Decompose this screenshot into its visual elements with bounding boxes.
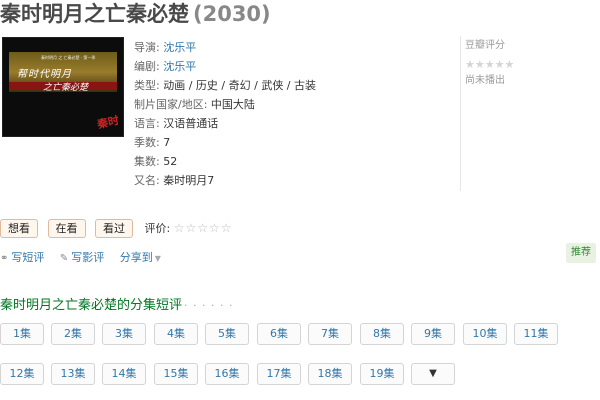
episode-button[interactable]: 15集 bbox=[154, 363, 198, 385]
seasons-value: 7 bbox=[163, 136, 171, 149]
poster-calligraphy-1: 帮时代明月 bbox=[17, 69, 72, 80]
director-link[interactable]: 沈乐平 bbox=[163, 41, 196, 54]
poster-small-text: 秦时明月 之 亡秦必楚 · 第一季 bbox=[41, 55, 96, 60]
aka-label: 又名: bbox=[134, 174, 160, 187]
episode-button[interactable]: 9集 bbox=[411, 323, 455, 345]
episodes-value: 52 bbox=[163, 155, 178, 168]
episode-button[interactable]: 1集 bbox=[0, 323, 44, 345]
writer-label: 编剧: bbox=[134, 60, 160, 73]
share-link[interactable]: 分享到 ▼ bbox=[120, 251, 161, 264]
episode-button[interactable]: 3集 bbox=[102, 323, 146, 345]
poster-image[interactable]: 秦时明月 之 亡秦必楚 · 第一季 帮时代明月 之亡秦必楚 秦时 bbox=[2, 37, 124, 137]
rating-title: 豆瓣评分 bbox=[465, 40, 505, 51]
recommend-button[interactable]: 推荐 bbox=[566, 243, 596, 263]
write-short-review-label: 写短评 bbox=[11, 251, 45, 264]
episode-button[interactable]: 5集 bbox=[205, 323, 249, 345]
director-row: 导演: 沈乐平 bbox=[134, 38, 316, 57]
episodes-label: 集数: bbox=[134, 155, 160, 168]
episode-button[interactable]: 18集 bbox=[308, 363, 352, 385]
want-button[interactable]: 想看 bbox=[0, 219, 38, 238]
heading-dots: · · · · · · bbox=[184, 299, 234, 312]
language-value: 汉语普通话 bbox=[163, 117, 219, 130]
info-block: 导演: 沈乐平 编剧: 沈乐平 类型: 动画 / 历史 / 奇幻 / 武侠 / … bbox=[134, 38, 316, 190]
title-text: 秦时明月之亡秦必楚 bbox=[0, 2, 189, 26]
country-value: 中国大陆 bbox=[210, 98, 255, 111]
seasons-label: 季数: bbox=[134, 136, 160, 149]
episode-button[interactable]: 10集 bbox=[463, 323, 507, 345]
seasons-row: 季数: 7 bbox=[134, 133, 316, 152]
episode-button[interactable]: 17集 bbox=[257, 363, 301, 385]
episode-button[interactable]: 6集 bbox=[257, 323, 301, 345]
page-title: 秦时明月之亡秦必楚 (2030) bbox=[0, 0, 271, 28]
watched-button[interactable]: 看过 bbox=[95, 219, 133, 238]
rate-stars-icon[interactable]: ☆☆☆☆☆ bbox=[174, 221, 233, 235]
language-row: 语言: 汉语普通话 bbox=[134, 114, 316, 133]
episode-button[interactable]: 8集 bbox=[360, 323, 404, 345]
episode-reviews-title: 秦时明月之亡秦必楚的分集短评 bbox=[0, 298, 183, 313]
episode-button[interactable]: 14集 bbox=[102, 363, 146, 385]
episode-button[interactable]: 11集 bbox=[514, 323, 558, 345]
aka-value: 秦时明月7 bbox=[163, 174, 215, 187]
episodes-row: 集数: 52 bbox=[134, 152, 316, 171]
rating-note: 尚未播出 bbox=[465, 75, 505, 86]
write-review-label: 写影评 bbox=[71, 251, 105, 264]
chevron-down-icon: ▼ bbox=[429, 368, 437, 379]
language-label: 语言: bbox=[134, 117, 160, 130]
episode-button[interactable]: 16集 bbox=[205, 363, 249, 385]
episode-button[interactable]: 13集 bbox=[51, 363, 95, 385]
poster-calligraphy-2: 之亡秦必楚 bbox=[43, 83, 89, 93]
country-label: 制片国家/地区: bbox=[134, 98, 208, 111]
title-year: (2030) bbox=[193, 2, 271, 26]
episode-reviews-heading: 秦时明月之亡秦必楚的分集短评 · · · · · · bbox=[0, 294, 233, 313]
more-episodes-button[interactable]: ▼ bbox=[411, 363, 455, 385]
rating-box: 豆瓣评分 ★★★★★ 尚未播出 bbox=[460, 36, 590, 191]
comment-icon: ⚭ bbox=[0, 253, 9, 264]
episode-button[interactable]: 12集 bbox=[0, 363, 44, 385]
aka-row: 又名: 秦时明月7 bbox=[134, 171, 316, 190]
write-short-review-link[interactable]: ⚭ 写短评 bbox=[0, 251, 44, 264]
episode-button[interactable]: 4集 bbox=[154, 323, 198, 345]
episode-button[interactable]: 19集 bbox=[360, 363, 404, 385]
episode-button[interactable]: 2集 bbox=[51, 323, 95, 345]
poster-logo: 秦时 bbox=[95, 113, 121, 132]
director-label: 导演: bbox=[134, 41, 160, 54]
watching-button[interactable]: 在看 bbox=[47, 219, 86, 238]
genre-row: 类型: 动画 / 历史 / 奇幻 / 武侠 / 古装 bbox=[134, 76, 316, 95]
pencil-icon: ✎ bbox=[59, 253, 69, 264]
share-label: 分享到 bbox=[119, 251, 153, 264]
write-review-link[interactable]: ✎ 写影评 bbox=[60, 251, 104, 264]
review-links: ⚭ 写短评 ✎ 写影评 分享到 ▼ bbox=[0, 249, 173, 265]
rate-label: 评价: bbox=[144, 222, 171, 235]
country-row: 制片国家/地区: 中国大陆 bbox=[134, 95, 316, 114]
episode-button[interactable]: 7集 bbox=[308, 323, 352, 345]
writer-link[interactable]: 沈乐平 bbox=[163, 60, 196, 73]
genre-value: 动画 / 历史 / 奇幻 / 武侠 / 古装 bbox=[163, 79, 317, 92]
rating-stars-icon: ★★★★★ bbox=[465, 58, 515, 71]
action-bar: 想看 在看 看过 评价: ☆☆☆☆☆ bbox=[0, 219, 233, 238]
genre-label: 类型: bbox=[134, 79, 160, 92]
writer-row: 编剧: 沈乐平 bbox=[134, 57, 316, 76]
chevron-down-icon: ▼ bbox=[154, 254, 161, 263]
